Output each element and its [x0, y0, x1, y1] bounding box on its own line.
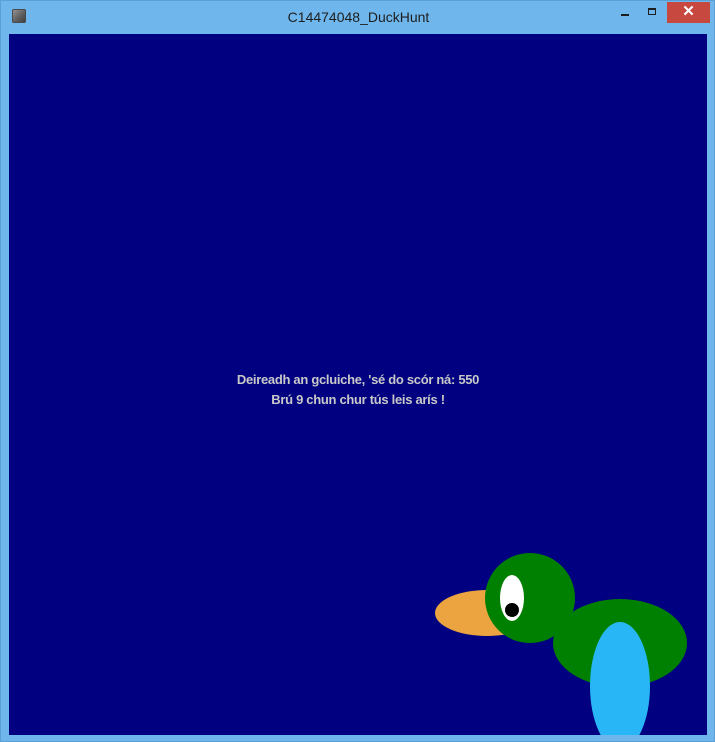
game-canvas[interactable]: Deireadh an gcluiche, 'sé do scór ná: 55…: [9, 34, 707, 735]
app-window: C14474048_DuckHunt ✕ Deireadh an gcluich…: [0, 0, 715, 742]
minimize-button[interactable]: [611, 2, 637, 23]
close-button[interactable]: ✕: [667, 2, 710, 23]
duck-head: [485, 553, 575, 643]
window-title: C14474048_DuckHunt: [287, 9, 430, 25]
duck-pupil: [505, 603, 519, 617]
title-bar[interactable]: C14474048_DuckHunt ✕: [1, 1, 714, 34]
duck-sprite: [435, 553, 687, 735]
maximize-button[interactable]: [639, 2, 665, 23]
